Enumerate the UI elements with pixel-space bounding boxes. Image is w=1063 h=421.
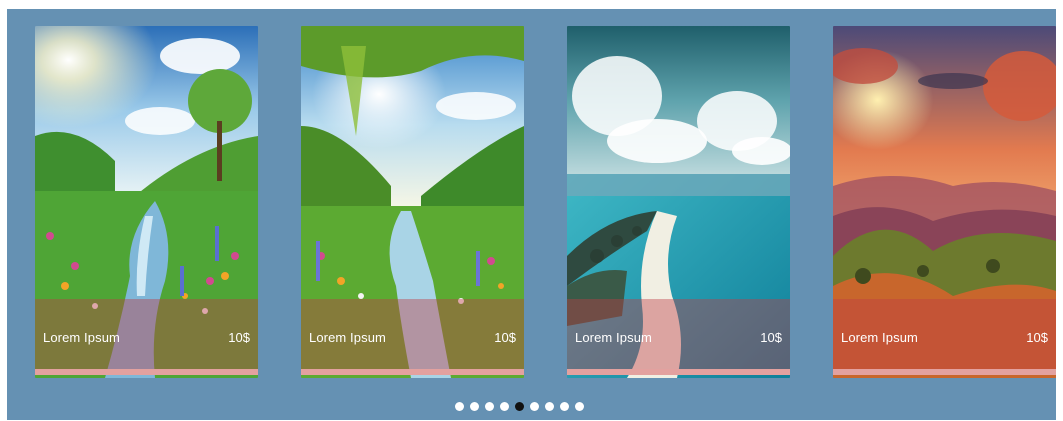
- card-price: 10$: [228, 330, 250, 345]
- pagination-dot-active[interactable]: [515, 402, 524, 411]
- card-bottom-bar: [567, 369, 790, 375]
- pagination-dot[interactable]: [575, 402, 584, 411]
- card-price: 10$: [760, 330, 782, 345]
- card-title: Lorem Ipsum: [841, 330, 918, 345]
- card-bottom-bar: [833, 369, 1056, 375]
- pagination-dot[interactable]: [560, 402, 569, 411]
- pagination-dot[interactable]: [500, 402, 509, 411]
- carousel-card[interactable]: Lorem Ipsum 10$: [567, 26, 790, 378]
- pagination-dot[interactable]: [485, 402, 494, 411]
- pagination-dot[interactable]: [470, 402, 479, 411]
- carousel-card[interactable]: Lorem Ipsum 10$: [301, 26, 524, 378]
- card-price: 10$: [1026, 330, 1048, 345]
- pagination-dot[interactable]: [545, 402, 554, 411]
- card-title: Lorem Ipsum: [43, 330, 120, 345]
- pagination-dot[interactable]: [530, 402, 539, 411]
- carousel-card[interactable]: Lorem Ipsum 10$: [35, 26, 258, 378]
- card-bottom-bar: [301, 369, 524, 375]
- card-bottom-bar: [35, 369, 258, 375]
- card-price: 10$: [494, 330, 516, 345]
- card-title: Lorem Ipsum: [309, 330, 386, 345]
- carousel-pagination: [455, 402, 584, 411]
- image-carousel: Lorem Ipsum 10$ Lorem Ipsum 10$ Lorem Ip…: [7, 9, 1056, 420]
- pagination-dot[interactable]: [455, 402, 464, 411]
- carousel-card[interactable]: Lorem Ipsum 10$: [833, 26, 1056, 378]
- card-title: Lorem Ipsum: [575, 330, 652, 345]
